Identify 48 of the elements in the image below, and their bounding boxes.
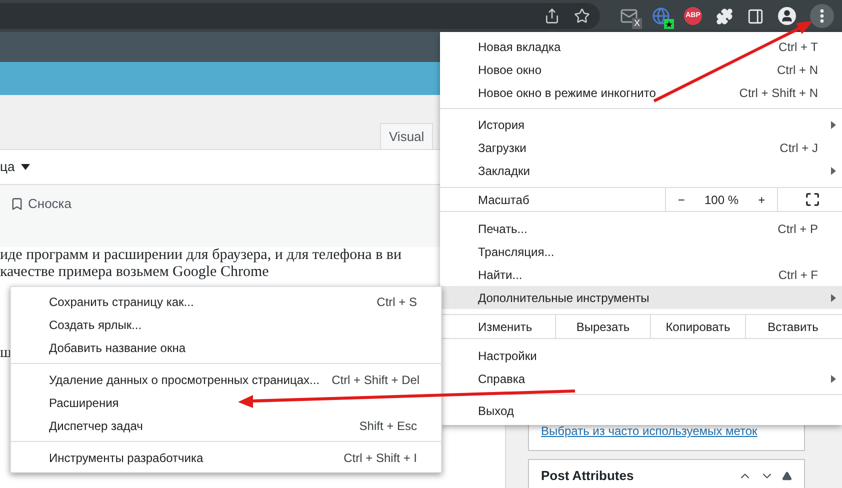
- bookmark-icon: [10, 196, 24, 211]
- menu-button[interactable]: [810, 4, 834, 28]
- menu-item[interactable]: Печать... Ctrl + P: [440, 217, 842, 240]
- more-icon: [820, 9, 824, 23]
- extensions-icon[interactable]: [716, 8, 733, 24]
- zoom-out-button[interactable]: −: [674, 190, 689, 208]
- mail-badge: X: [632, 18, 642, 29]
- edit-button[interactable]: Копировать: [650, 315, 745, 338]
- menu-item[interactable]: Загрузки Ctrl + J: [440, 136, 842, 159]
- mail-icon[interactable]: [620, 7, 638, 25]
- fullscreen-icon[interactable]: [805, 192, 820, 207]
- menu-item[interactable]: Найти... Ctrl + F: [440, 263, 842, 286]
- toggle-icon[interactable]: [782, 471, 792, 481]
- menu-item[interactable]: Добавить название окна: [11, 336, 441, 359]
- menu-item[interactable]: Трансляция...: [440, 240, 842, 263]
- person-icon: [780, 9, 794, 23]
- paragraph-line: качестве примера возьмем Google Chrome: [0, 264, 269, 281]
- menu-item[interactable]: Удаление данных о просмотренных страницах... Ctrl + Shift + Del: [11, 368, 441, 391]
- menu-item[interactable]: Расширения: [11, 391, 441, 414]
- zoom-level: 100 %: [704, 192, 738, 208]
- profile-avatar[interactable]: [778, 7, 796, 25]
- menu-label: Изменить: [477, 318, 534, 336]
- panel-title: Post Attributes: [541, 467, 635, 486]
- menu-item[interactable]: Закладки: [440, 159, 842, 182]
- menu-item[interactable]: Новое окно Ctrl + N: [440, 58, 842, 81]
- edit-button[interactable]: Вырезать: [555, 315, 650, 338]
- share-icon[interactable]: [544, 8, 560, 24]
- menu-item[interactable]: Новая вкладка Ctrl + T: [440, 35, 842, 58]
- format-dropdown[interactable]: ца: [0, 157, 30, 177]
- menu-item[interactable]: История: [440, 113, 842, 136]
- menu-item[interactable]: Диспетчер задач Shift + Esc: [11, 414, 441, 437]
- globe-icon[interactable]: [652, 7, 670, 25]
- menu-item[interactable]: Сохранить страницу как... Ctrl + S: [11, 290, 441, 313]
- paragraph-line: иде программ и расширении для браузера, и для телефона в ви: [0, 247, 402, 264]
- visual-tab[interactable]: Visual: [380, 123, 434, 149]
- footnote-button[interactable]: Сноска: [10, 194, 72, 214]
- menu-item[interactable]: Новое окно в режиме инкогнито Ctrl + Shift + N: [440, 81, 842, 104]
- caret-icon: [20, 164, 30, 170]
- star-badge-icon: [664, 19, 674, 29]
- zoom-in-button[interactable]: +: [754, 190, 770, 208]
- menu-item[interactable]: Дополнительные инструменты: [440, 286, 842, 309]
- edit-button[interactable]: Вставить: [745, 315, 840, 338]
- bookmark-star-icon[interactable]: [574, 8, 590, 24]
- side-panel-icon[interactable]: [747, 8, 764, 24]
- tags-link[interactable]: Выбрать из часто используемых меток: [541, 422, 758, 440]
- menu-label: Масштаб: [477, 192, 530, 208]
- menu-item[interactable]: Инструменты разработчика Ctrl + Shift + I: [11, 446, 441, 469]
- menu-item[interactable]: Создать ярлык...: [11, 313, 441, 336]
